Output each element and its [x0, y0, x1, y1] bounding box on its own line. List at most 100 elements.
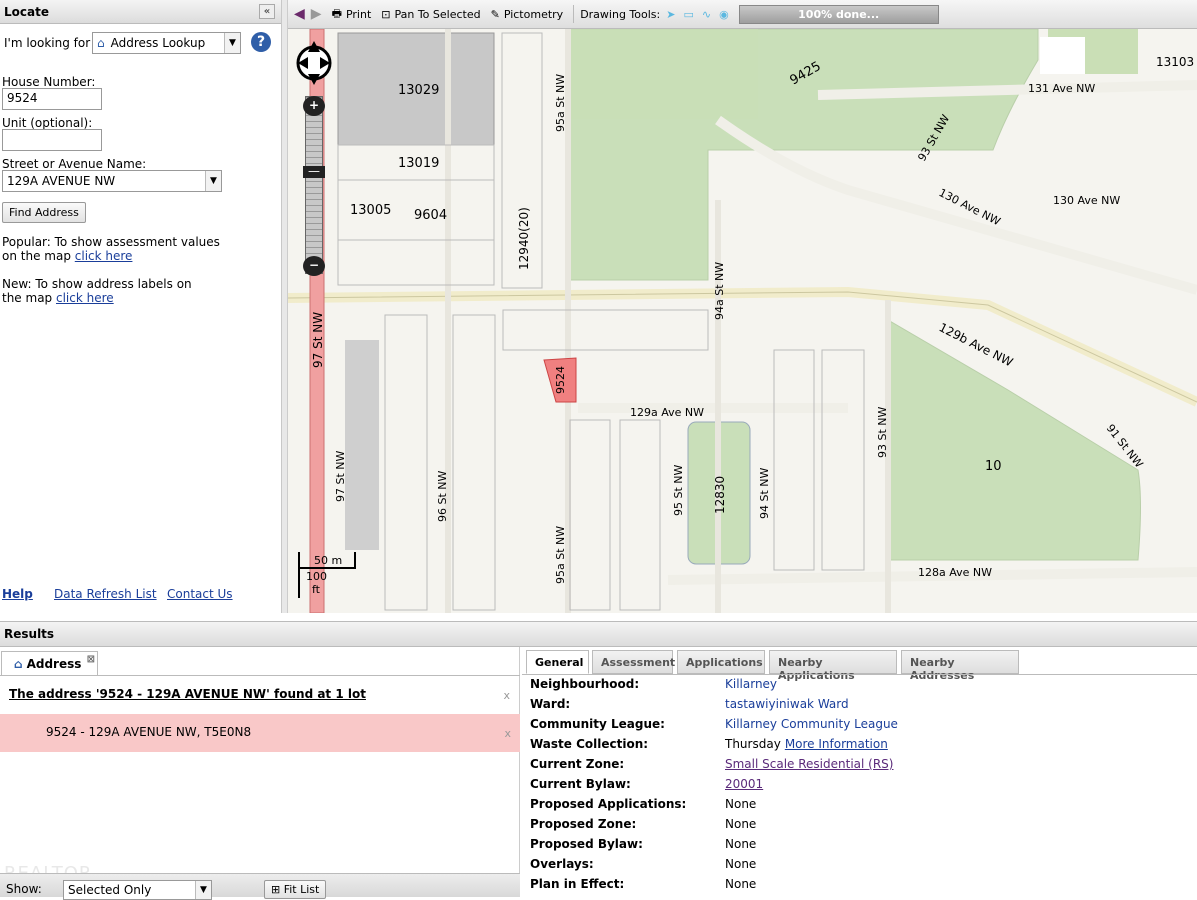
tab-address[interactable]: ⌂ Address ⊠: [1, 651, 98, 675]
street-label-95a-st-b: 95a St NW: [554, 526, 567, 584]
tab-general[interactable]: General: [526, 650, 589, 674]
zoom-slider[interactable]: [305, 96, 323, 274]
refresh-link[interactable]: Data Refresh List: [54, 587, 157, 601]
popular-link[interactable]: click here: [75, 249, 133, 263]
property-value[interactable]: tastawiyiniwak Ward: [725, 697, 849, 711]
back-arrow-icon[interactable]: ◀: [294, 6, 305, 22]
property-value-text[interactable]: 20001: [725, 777, 763, 791]
lot-label-13019: 13019: [398, 156, 439, 171]
find-address-button[interactable]: Find Address: [2, 202, 86, 223]
zoom-in-icon[interactable]: +: [303, 96, 325, 116]
street-label-94-st: 94 St NW: [758, 467, 771, 519]
property-value-text: None: [725, 877, 757, 891]
house-number-field[interactable]: 9524: [2, 88, 102, 110]
toolbar-divider: [573, 5, 575, 23]
scale-feet-number: 100: [306, 570, 327, 583]
tab-nearby-addresses[interactable]: Nearby Addresses: [901, 650, 1019, 682]
pictometry-button[interactable]: ✎ Pictometry: [491, 8, 564, 21]
property-value-text[interactable]: Killarney Community League: [725, 717, 898, 731]
street-value: 129A AVENUE NW: [7, 174, 116, 188]
map-view[interactable]: 9524 13029 13019 13005 9604 12940(20) 94…: [288, 0, 1197, 613]
drawing-tools-label: Drawing Tools:: [580, 7, 661, 21]
property-value-text: None: [725, 817, 757, 831]
show-select[interactable]: Selected Only ▼: [63, 880, 212, 900]
street-label-94a-st: 94a St NW: [713, 262, 726, 320]
scale-feet-unit: ft: [312, 583, 320, 596]
new-link[interactable]: click here: [56, 291, 114, 305]
new-note: New: To show address labels on the map c…: [2, 277, 207, 305]
help-link-text[interactable]: Help: [2, 587, 33, 601]
fit-list-label: Fit List: [283, 883, 320, 896]
more-information-link[interactable]: More Information: [785, 737, 888, 751]
property-key: Proposed Applications:: [530, 797, 687, 811]
property-key: Plan in Effect:: [530, 877, 625, 891]
locate-panel: Locate « I'm looking for ⌂ Address Looku…: [0, 0, 282, 613]
property-key: Current Zone:: [530, 757, 625, 771]
property-value-text: None: [725, 857, 757, 871]
close-summary-icon[interactable]: x: [503, 689, 510, 702]
property-key: Proposed Bylaw:: [530, 837, 643, 851]
lot-label-13103: 13103: [1156, 55, 1194, 69]
remove-result-icon[interactable]: x: [504, 727, 511, 740]
property-value: None: [725, 877, 756, 891]
tab-applications[interactable]: Applications: [677, 650, 765, 674]
street-label-129a-ave: 129a Ave NW: [630, 406, 704, 419]
print-button[interactable]: 🖶 Print: [332, 5, 372, 24]
property-key: Community League:: [530, 717, 665, 731]
unit-field[interactable]: [2, 129, 102, 151]
contact-link[interactable]: Contact Us: [167, 587, 233, 601]
print-label: Print: [345, 7, 372, 21]
property-value-text[interactable]: Small Scale Residential (RS): [725, 757, 893, 771]
close-tab-icon[interactable]: ⊠: [87, 654, 95, 665]
property-value[interactable]: 20001: [725, 777, 763, 791]
result-row[interactable]: 9524 - 129A AVENUE NW, T5E0N8 x: [0, 714, 520, 752]
lookup-type-select[interactable]: ⌂ Address Lookup ▼: [92, 32, 241, 54]
street-label-96-st: 96 St NW: [436, 470, 449, 522]
scale-bar: 50 m 100 ft: [298, 552, 356, 598]
show-value: Selected Only: [68, 883, 152, 897]
refresh-link-text[interactable]: Data Refresh List: [54, 587, 157, 601]
forward-arrow-icon[interactable]: ▶: [311, 6, 322, 22]
street-label-97-st-a: 97 St NW: [311, 312, 325, 368]
lookup-type-value: Address Lookup: [110, 36, 206, 50]
scale-meters: 50 m: [314, 554, 343, 567]
property-value[interactable]: Thursday More Information: [725, 737, 888, 751]
property-key: Waste Collection:: [530, 737, 649, 751]
property-value[interactable]: Killarney Community League: [725, 717, 898, 731]
found-summary[interactable]: The address '9524 - 129A AVENUE NW' foun…: [9, 687, 366, 701]
pan-label: Pan To Selected: [394, 7, 481, 21]
property-value[interactable]: Small Scale Residential (RS): [725, 757, 893, 771]
chevron-down-icon: ▼: [195, 881, 211, 899]
tab-nearby-applications[interactable]: Nearby Applications: [769, 650, 897, 682]
contact-link-text[interactable]: Contact Us: [167, 587, 233, 601]
property-value-text[interactable]: Killarney: [725, 677, 777, 691]
draw-rectangle-icon[interactable]: ▭: [683, 8, 693, 21]
result-address[interactable]: 9524 - 129A AVENUE NW, T5E0N8: [46, 725, 251, 739]
street-select[interactable]: 129A AVENUE NW ▼: [2, 170, 222, 192]
home-icon: ⌂: [14, 657, 23, 671]
map-toolbar: ◀ ▶ 🖶 Print ⊡ Pan To Selected ✎ Pictometry …: [288, 0, 1197, 29]
property-value[interactable]: Killarney: [725, 677, 777, 691]
results-list-panel: ⌂ Address ⊠ The address '9524 - 129A AVEN…: [0, 647, 520, 897]
property-value-text: Thursday: [725, 737, 781, 751]
zoom-handle[interactable]: —: [303, 165, 325, 178]
draw-circle-icon[interactable]: ◉: [719, 8, 729, 21]
tab-assessment[interactable]: Assessment: [592, 650, 675, 674]
fit-list-button[interactable]: ⊞ Fit List: [264, 880, 327, 899]
zoom-out-icon[interactable]: −: [303, 256, 325, 276]
home-icon: ⌂: [97, 36, 105, 50]
draw-point-icon[interactable]: ➤: [666, 8, 675, 21]
property-key: Proposed Zone:: [530, 817, 637, 831]
draw-line-icon[interactable]: ∿: [702, 8, 711, 21]
pan-to-selected-button[interactable]: ⊡ Pan To Selected: [381, 8, 480, 21]
lot-label-9604: 9604: [414, 208, 447, 223]
street-label-95-st: 95 St NW: [672, 464, 685, 516]
pan-control[interactable]: [296, 38, 332, 88]
details-panel: General Assessment Applications Nearby A…: [522, 647, 1197, 897]
pictometry-label: Pictometry: [503, 7, 564, 21]
lot-label-12940: 12940(20): [517, 207, 531, 270]
help-link[interactable]: Help: [2, 587, 33, 601]
property-value-text[interactable]: tastawiyiniwak Ward: [725, 697, 849, 711]
collapse-panel-icon[interactable]: «: [259, 4, 275, 19]
help-icon[interactable]: ?: [251, 32, 271, 52]
